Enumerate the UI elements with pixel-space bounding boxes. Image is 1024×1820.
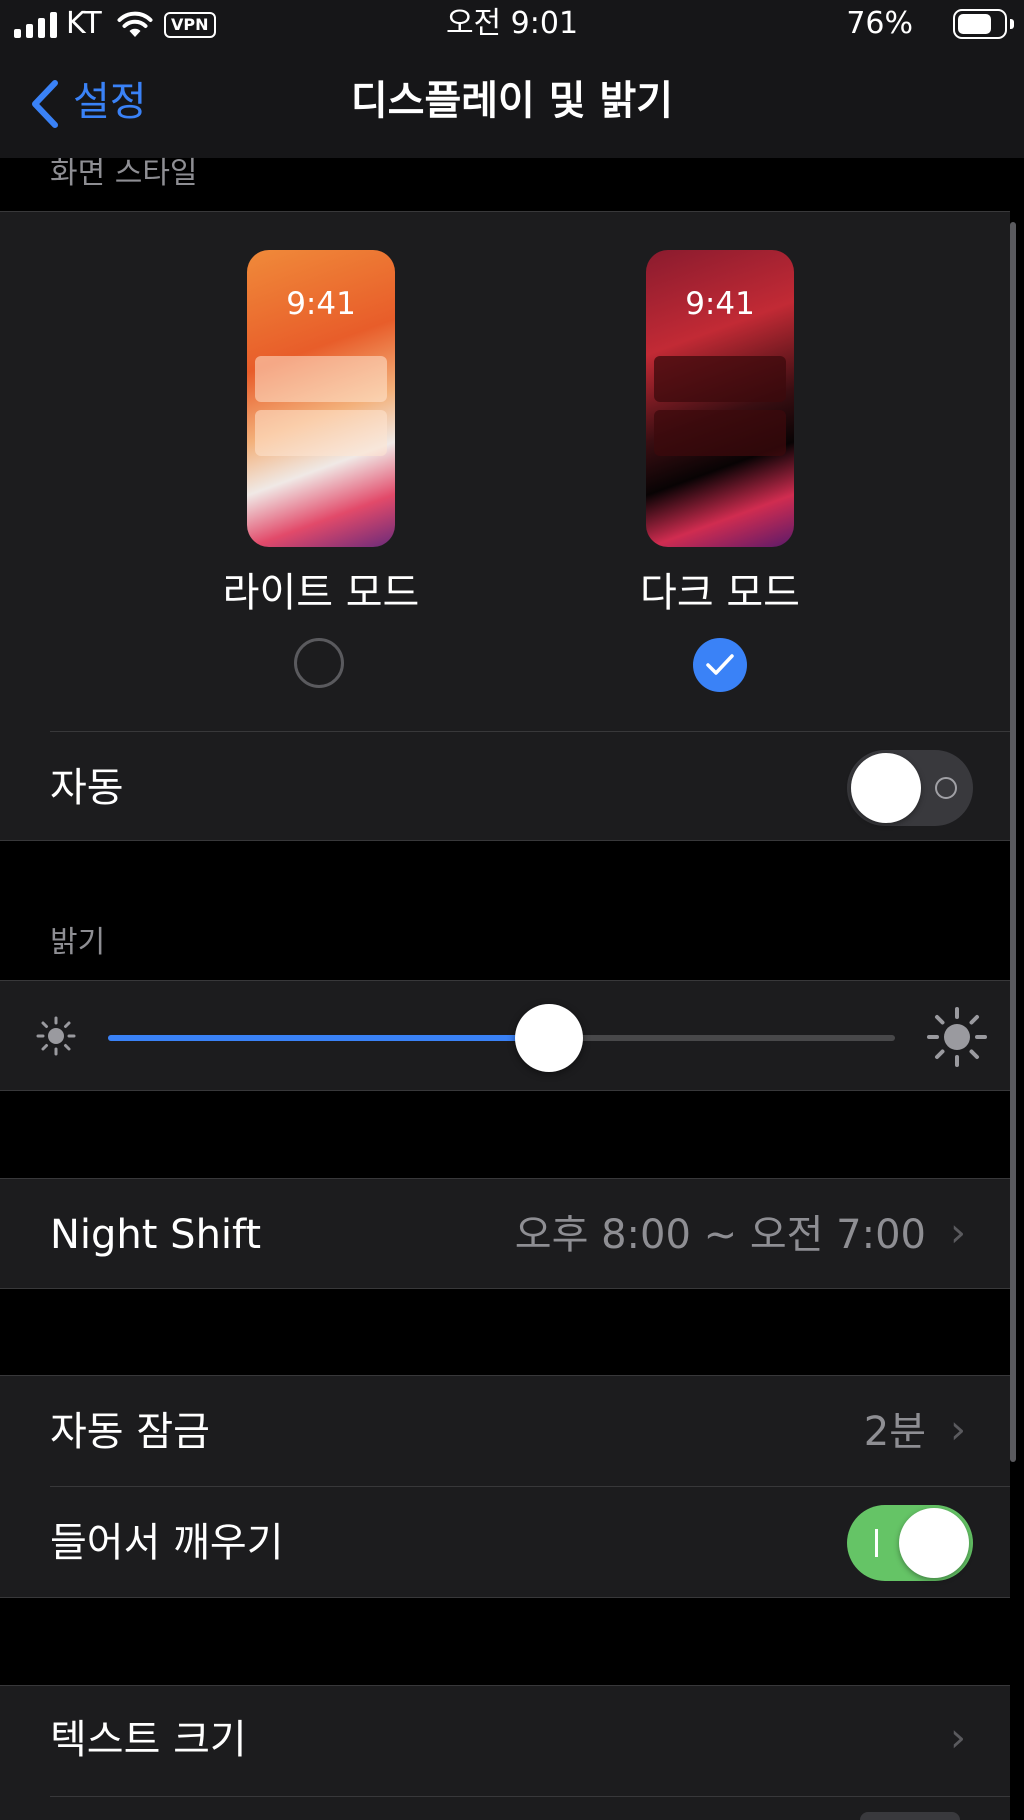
light-mode-label: 라이트 모드 <box>222 570 420 616</box>
light-mode-radio[interactable] <box>294 638 344 688</box>
brightness-slider-thumb[interactable] <box>514 1004 583 1072</box>
light-mode-preview: 9:41 <box>247 250 395 547</box>
section-header-brightness: 밝기 <box>50 925 106 960</box>
partial-toggle[interactable] <box>860 1812 960 1820</box>
raise-to-wake-label: 들어서 깨우기 <box>50 1520 284 1566</box>
auto-lock-label: 자동 잠금 <box>50 1409 210 1455</box>
page-title: 디스플레이 및 밝기 <box>350 78 674 124</box>
auto-appearance-toggle[interactable] <box>847 750 973 826</box>
scroll-indicator[interactable] <box>1010 222 1016 1462</box>
light-mode-option[interactable]: 9:41 라이트 모드 <box>191 240 451 700</box>
chevron-right-icon: › <box>950 1407 966 1453</box>
dark-mode-label: 다크 모드 <box>640 570 800 616</box>
auto-appearance-label: 자동 <box>50 765 124 811</box>
chevron-right-icon: › <box>950 1210 966 1256</box>
battery-icon <box>953 9 1014 39</box>
brightness-high-icon <box>927 1007 987 1067</box>
dark-mode-option[interactable]: 9:41 다크 모드 <box>590 240 850 700</box>
dark-mode-preview: 9:41 <box>646 250 794 547</box>
section-header-appearance: 화면 스타일 <box>50 156 198 191</box>
brightness-slider[interactable] <box>108 1000 895 1076</box>
chevron-right-icon: › <box>950 1715 966 1761</box>
night-shift-schedule: 오후 8:00 ~ 오전 7:00 <box>514 1212 926 1258</box>
night-shift-label: Night Shift <box>50 1212 262 1258</box>
appearance-panel <box>0 211 1010 841</box>
battery-percent: 76% <box>846 6 913 41</box>
checkmark-icon <box>706 654 734 675</box>
text-size-label: 텍스트 크기 <box>50 1717 247 1763</box>
auto-lock-value: 2분 <box>863 1409 926 1455</box>
brightness-low-icon <box>36 1016 76 1056</box>
dark-mode-radio-selected[interactable] <box>693 638 747 692</box>
raise-to-wake-toggle[interactable] <box>847 1505 973 1581</box>
